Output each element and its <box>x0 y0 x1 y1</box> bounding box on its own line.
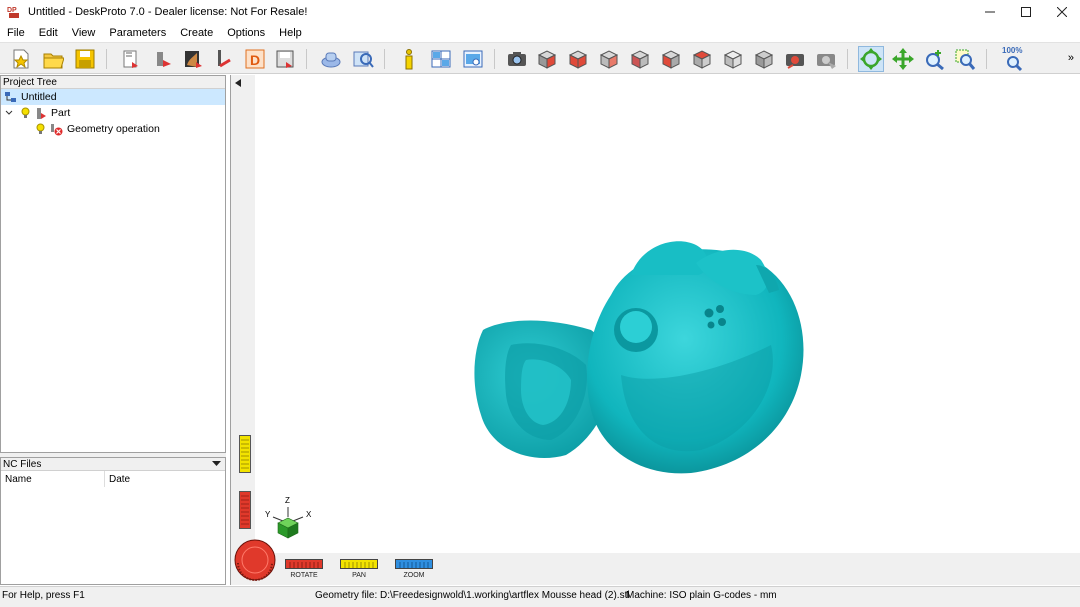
operation-d-icon[interactable]: D <box>242 46 268 72</box>
view-shaded-icon[interactable] <box>751 46 777 72</box>
menu-create[interactable]: Create <box>173 24 220 42</box>
tree-item-label: Part <box>51 107 71 119</box>
simulation-icon[interactable] <box>318 46 344 72</box>
deskproto-logo-icon: DP <box>6 4 22 20</box>
zoom-mode-icon[interactable] <box>921 46 947 72</box>
lightbulb-icon[interactable] <box>36 123 45 135</box>
new-file-icon[interactable] <box>8 46 34 72</box>
view-back-icon[interactable] <box>627 46 653 72</box>
project-icon <box>4 91 17 103</box>
tree-item-untitled[interactable]: Untitled <box>1 89 225 105</box>
view-iso-icon[interactable] <box>534 46 560 72</box>
tree-item-geometry-operation[interactable]: Geometry operation <box>1 121 160 137</box>
dropdown-arrow-icon[interactable] <box>212 458 221 470</box>
cutter-icon[interactable] <box>210 46 236 72</box>
rotate-dial-icon[interactable] <box>234 539 276 581</box>
zoom-label: ZOOM <box>403 572 425 579</box>
tree-item-part[interactable]: Part <box>1 105 70 121</box>
status-help-text: For Help, press F1 <box>2 590 85 601</box>
axis-y-label: Y <box>265 510 271 519</box>
zoom-window-icon[interactable] <box>952 46 978 72</box>
geometry-operation-icon <box>50 123 63 136</box>
close-button[interactable] <box>1044 0 1080 24</box>
menu-edit[interactable]: Edit <box>32 24 65 42</box>
camera-settings-icon[interactable] <box>813 46 839 72</box>
save-icon[interactable] <box>72 46 98 72</box>
tree-item-label: Geometry operation <box>67 123 160 135</box>
column-header-date[interactable]: Date <box>105 471 130 487</box>
minimize-button[interactable] <box>972 0 1008 24</box>
project-tree-header: Project Tree <box>1 76 225 89</box>
window-layout-icon[interactable] <box>428 46 454 72</box>
lightbulb-icon[interactable] <box>21 107 30 119</box>
info-icon[interactable] <box>396 46 422 72</box>
collapse-chevron-icon[interactable] <box>5 109 13 117</box>
rotate-label: ROTATE <box>290 572 318 579</box>
svg-text:D: D <box>250 52 260 68</box>
view-front-icon[interactable] <box>565 46 591 72</box>
menu-bar: File Edit View Parameters Create Options… <box>0 24 1080 42</box>
menu-file[interactable]: File <box>0 24 32 42</box>
axis-z-label: Z <box>285 496 290 505</box>
screenshot-camera-icon[interactable] <box>504 46 530 72</box>
nc-files-header: NC Files <box>1 458 225 471</box>
project-tree: Project Tree Untitled Part Geometry oper… <box>0 75 226 453</box>
view-right-icon[interactable] <box>596 46 622 72</box>
zoom-100-label: 100% <box>1002 46 1022 55</box>
axis-x-label: X <box>306 510 312 519</box>
preview-search-icon[interactable] <box>350 46 376 72</box>
rotate-horizontal-slider[interactable] <box>285 559 323 569</box>
left-panel: Project Tree Untitled Part Geometry oper… <box>0 75 226 585</box>
view-left-icon[interactable] <box>658 46 684 72</box>
menu-options[interactable]: Options <box>220 24 272 42</box>
menu-parameters[interactable]: Parameters <box>102 24 173 42</box>
axis-indicator: Z Y X <box>265 496 312 539</box>
rotate-mode-icon[interactable] <box>858 46 884 72</box>
view-top-icon[interactable] <box>689 46 715 72</box>
view-bottom-icon[interactable] <box>720 46 746 72</box>
mouse-head-model[interactable] <box>471 235 811 485</box>
part-icon <box>35 106 47 120</box>
viewport-left-controls <box>231 75 255 585</box>
zoom-horizontal-slider[interactable] <box>395 559 433 569</box>
window-title: Untitled - DeskProto 7.0 - Dealer licens… <box>28 6 308 18</box>
status-geometry-file: Geometry file: D:\Freedesignwold\1.worki… <box>315 590 630 601</box>
camera-rotate-icon[interactable] <box>782 46 808 72</box>
pan-horizontal-slider[interactable] <box>340 559 378 569</box>
svg-text:DP: DP <box>7 7 17 14</box>
nc-files-panel: NC Files Name Date <box>0 457 226 585</box>
write-nc-icon[interactable] <box>272 46 298 72</box>
column-header-name[interactable]: Name <box>1 471 105 487</box>
maximize-button[interactable] <box>1008 0 1044 24</box>
part-parameters-icon[interactable] <box>150 46 176 72</box>
view-options-icon[interactable] <box>460 46 486 72</box>
status-bar: For Help, press F1 Geometry file: D:\Fre… <box>0 586 1080 607</box>
pan-vertical-slider[interactable] <box>239 435 251 473</box>
3d-viewport[interactable]: Z Y X ROTATE PAN ZOOM <box>230 75 1080 585</box>
load-geometry-icon[interactable] <box>118 46 144 72</box>
menu-help[interactable]: Help <box>272 24 309 42</box>
toolbar-overflow-button[interactable]: » <box>1068 52 1074 64</box>
tree-item-label: Untitled <box>21 91 57 103</box>
pan-mode-icon[interactable] <box>890 46 916 72</box>
status-machine: Machine: ISO plain G-codes - mm <box>626 590 777 601</box>
main-toolbar: D 100% » <box>0 42 1080 74</box>
title-bar: DP Untitled - DeskProto 7.0 - Dealer lic… <box>0 0 1080 24</box>
menu-view[interactable]: View <box>65 24 103 42</box>
bitmap-icon[interactable] <box>180 46 206 72</box>
pan-label: PAN <box>352 572 366 579</box>
viewport-bottom-controls: ROTATE PAN ZOOM <box>231 539 1080 585</box>
nc-files-title: NC Files <box>3 459 42 470</box>
zoom-100-icon[interactable]: 100% <box>1000 46 1026 72</box>
rotate-vertical-slider[interactable] <box>239 491 251 529</box>
open-folder-icon[interactable] <box>40 46 66 72</box>
collapse-arrow-icon[interactable] <box>235 79 241 87</box>
nc-files-columns: Name Date <box>1 471 225 487</box>
